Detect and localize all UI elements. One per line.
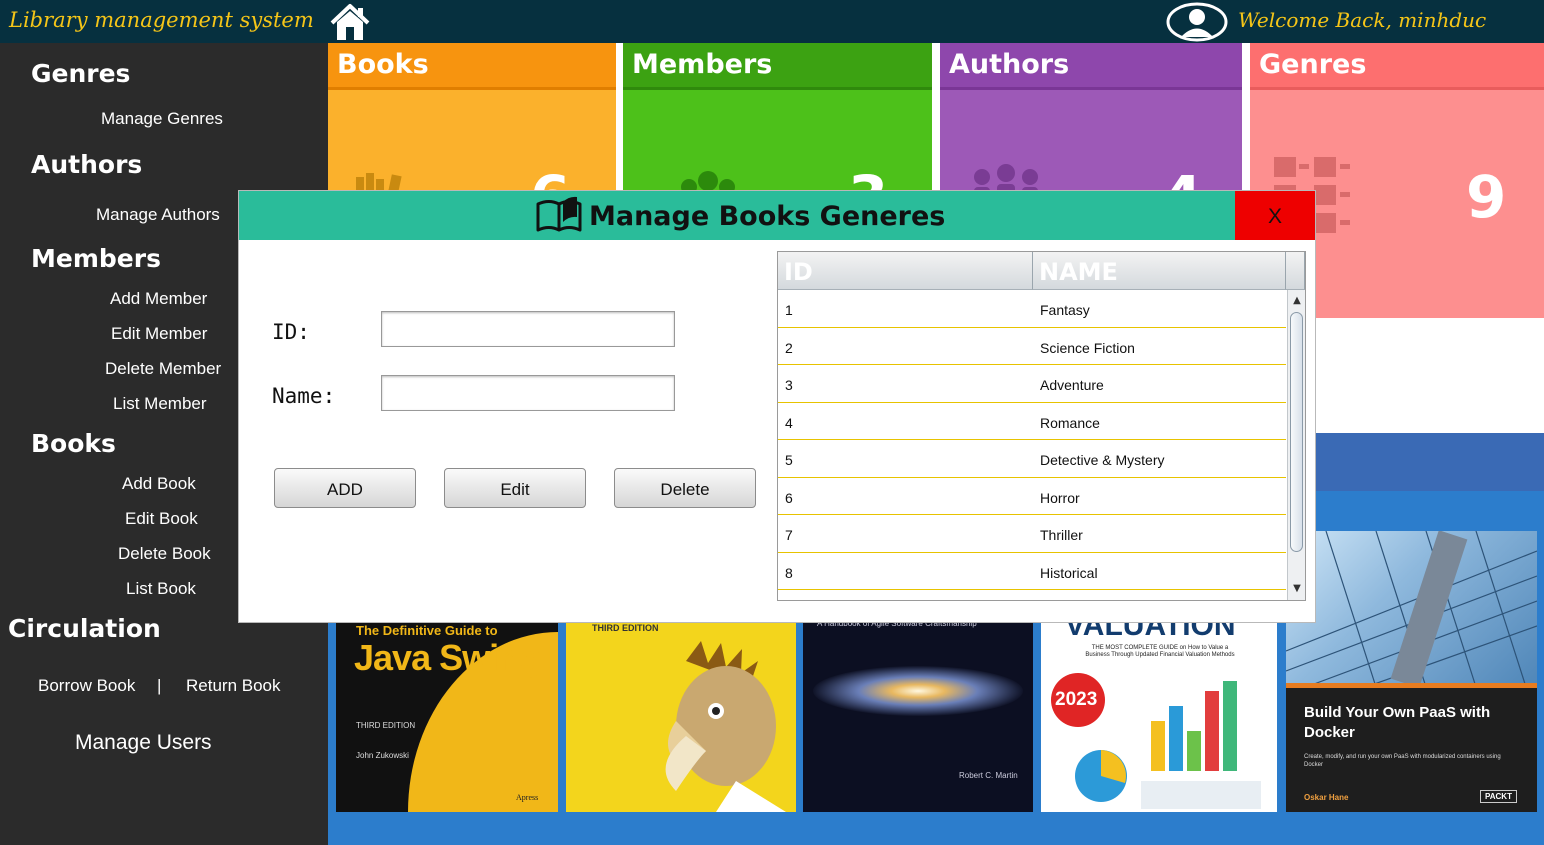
- cover-subtitle: THE MOST COMPLETE GUIDE on How to Value …: [1085, 645, 1235, 658]
- financial-chart-illustration: [1075, 681, 1261, 809]
- sidebar-item-manage-authors[interactable]: Manage Authors: [96, 205, 220, 225]
- cover-subtitle: Java Swing: [354, 637, 541, 678]
- sidebar-item-edit-member[interactable]: Edit Member: [111, 324, 207, 344]
- id-label: ID:: [272, 320, 310, 344]
- id-input[interactable]: [381, 311, 675, 347]
- name-input[interactable]: [381, 375, 675, 411]
- cell-id: 8: [785, 564, 793, 581]
- sidebar-item-delete-member[interactable]: Delete Member: [105, 359, 221, 379]
- cell-name: Horror: [1040, 489, 1080, 506]
- cover-publisher: Apress: [516, 793, 539, 802]
- dialog-title: Manage Books Generes: [589, 201, 946, 232]
- sidebar-heading-members: Members: [31, 244, 161, 273]
- name-label: Name:: [272, 384, 336, 408]
- tile-title-authors: Authors: [949, 49, 1070, 80]
- column-header-name[interactable]: NAME: [1033, 252, 1286, 290]
- top-bar: Library management system Welcome Back, …: [0, 0, 1544, 43]
- cover-subtitle: Create, modify, and run your own PaaS wi…: [1304, 754, 1501, 768]
- cover-author: John Zukowski: [356, 751, 409, 760]
- sidebar-item-manage-users[interactable]: Manage Users: [75, 731, 212, 755]
- cover-edition: THIRD EDITION: [592, 623, 659, 633]
- dialog-header: Manage Books Generes X: [239, 191, 1315, 240]
- scroll-up-icon[interactable]: ▲: [1288, 292, 1305, 310]
- scrollbar-thumb[interactable]: [1290, 312, 1303, 552]
- sidebar-item-manage-genres[interactable]: Manage Genres: [101, 109, 223, 129]
- cell-name: Historical: [1040, 564, 1098, 581]
- table-row[interactable]: 3 Adventure: [778, 365, 1286, 403]
- sidebar-item-list-book[interactable]: List Book: [126, 579, 196, 599]
- cell-name: Fantasy: [1040, 302, 1090, 318]
- table-row[interactable]: 7 Thriller: [778, 515, 1286, 553]
- tile-title-books: Books: [337, 49, 429, 80]
- table-scrollbar[interactable]: ▲ ▼: [1287, 290, 1305, 600]
- cover-author: Robert C. Martin: [959, 771, 1018, 780]
- table-row[interactable]: 6 Horror: [778, 478, 1286, 515]
- cover-title: Build Your Own PaaS with Docker: [1304, 704, 1491, 741]
- sidebar-heading-books: Books: [31, 429, 116, 458]
- cell-id: 1: [785, 302, 793, 318]
- cell-name: Romance: [1040, 414, 1100, 431]
- cover-title: The Definitive Guide to: [356, 623, 498, 638]
- user-avatar-icon: [1166, 2, 1228, 42]
- sidebar-item-add-book[interactable]: Add Book: [122, 474, 196, 494]
- sidebar-item-edit-book[interactable]: Edit Book: [125, 509, 198, 529]
- bird-illustration: [665, 641, 786, 812]
- tile-title-genres: Genres: [1259, 49, 1367, 80]
- sidebar-heading-circulation: Circulation: [8, 614, 161, 643]
- cell-name: Adventure: [1040, 377, 1104, 393]
- table-row[interactable]: 5 Detective & Mystery: [778, 440, 1286, 478]
- column-header-corner: [1286, 252, 1305, 290]
- sidebar-separator: |: [157, 676, 162, 695]
- sidebar-heading-authors: Authors: [31, 150, 143, 179]
- table-row[interactable]: 4 Romance: [778, 403, 1286, 440]
- edit-button[interactable]: Edit: [444, 468, 586, 508]
- table-row[interactable]: 1 Fantasy: [778, 290, 1286, 328]
- app-title: Library management system: [9, 8, 314, 32]
- open-book-icon: [536, 196, 582, 232]
- cell-id: 3: [785, 377, 793, 393]
- sidebar-heading-genres: Genres: [31, 59, 131, 88]
- column-header-id[interactable]: ID: [778, 252, 1033, 290]
- add-button[interactable]: ADD: [274, 468, 416, 508]
- scroll-down-icon[interactable]: ▼: [1288, 580, 1305, 598]
- close-button[interactable]: X: [1235, 191, 1315, 240]
- manage-genres-dialog: Manage Books Generes X ID: Name: ADD Edi…: [239, 191, 1315, 622]
- home-icon[interactable]: [328, 2, 372, 42]
- cover-author: Oskar Hane: [1304, 793, 1349, 802]
- tile-count-genres: 9: [1466, 163, 1507, 231]
- table-row[interactable]: 8 Historical: [778, 553, 1286, 590]
- cell-id: 7: [785, 527, 793, 543]
- cell-name: Thriller: [1040, 527, 1083, 543]
- delete-button[interactable]: Delete: [614, 468, 756, 508]
- building-illustration: [1286, 531, 1537, 687]
- sidebar-item-add-member[interactable]: Add Member: [110, 289, 207, 309]
- cover-edition: THIRD EDITION: [356, 721, 416, 730]
- welcome-message: Welcome Back, minhduc: [1238, 8, 1487, 32]
- sidebar-item-delete-book[interactable]: Delete Book: [118, 544, 211, 564]
- genres-table: ID NAME 1 Fantasy 2 Science Fiction 3 Adventu…: [777, 251, 1306, 601]
- sidebar-item-list-member[interactable]: List Member: [113, 394, 207, 414]
- book-cover-paas-docker[interactable]: Build Your Own PaaS with Docker Create, …: [1286, 531, 1537, 812]
- cell-name: Science Fiction: [1040, 339, 1135, 356]
- cell-id: 6: [785, 489, 793, 506]
- cell-id: 4: [785, 414, 793, 431]
- sidebar-item-borrow-book[interactable]: Borrow Book: [38, 676, 135, 696]
- tile-title-members: Members: [632, 49, 773, 80]
- cell-id: 5: [785, 452, 793, 468]
- cover-publisher: PACKT: [1480, 790, 1517, 803]
- cell-id: 2: [785, 339, 793, 356]
- sidebar-item-return-book[interactable]: Return Book: [186, 676, 281, 696]
- cell-name: Detective & Mystery: [1040, 452, 1165, 468]
- table-row[interactable]: 2 Science Fiction: [778, 328, 1286, 365]
